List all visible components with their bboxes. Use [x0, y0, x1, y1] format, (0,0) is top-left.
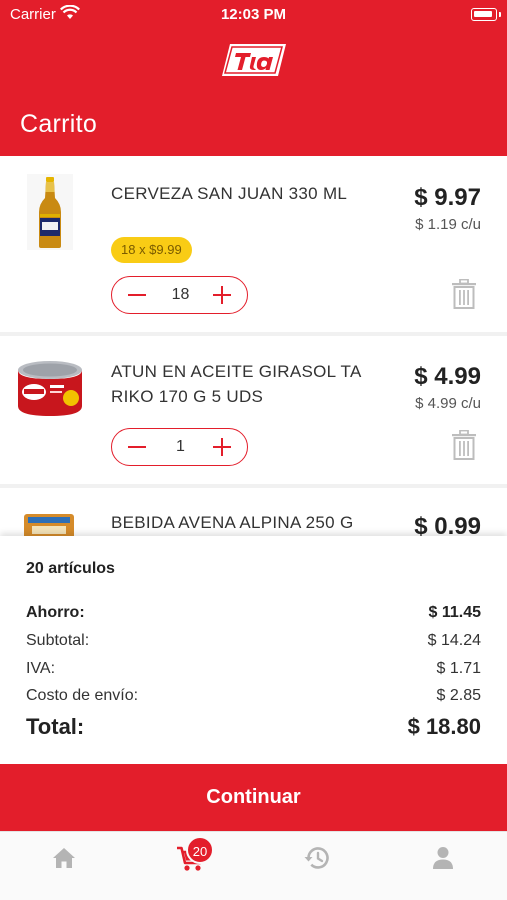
product-price: $ 0.99: [414, 513, 481, 536]
trash-icon[interactable]: [451, 430, 477, 460]
subtotal-label: Subtotal:: [26, 632, 90, 649]
product-price: $ 4.99: [414, 363, 481, 390]
cart-item: CERVEZA SAN JUAN 330 ML $ 9.97 $ 1.19 c/…: [0, 156, 507, 332]
cart-count-badge: 20: [186, 836, 214, 864]
tab-profile[interactable]: [423, 846, 463, 886]
tia-logo: [222, 44, 286, 76]
promo-badge: 18 x $9.99: [111, 237, 192, 263]
product-name: BEBIDA AVENA ALPINA 250 G: [111, 513, 354, 532]
product-name: ATUN EN ACEITE GIRASOL TA RIKO 170 G 5 U…: [111, 362, 361, 406]
shipping-label: Costo de envío:: [26, 687, 139, 704]
increase-quantity-button[interactable]: [203, 429, 241, 464]
iva-label: IVA:: [26, 660, 56, 677]
tab-bar: 20: [0, 831, 507, 900]
product-image: [27, 174, 73, 250]
total-label: Total:: [26, 714, 85, 739]
decrease-quantity-button[interactable]: [118, 277, 156, 312]
order-summary: 20 artículos Ahorro: $ 11.45 Subtotal: $…: [0, 536, 507, 764]
product-image: [18, 361, 82, 416]
page-title: Carrito: [20, 110, 98, 138]
product-image: [24, 514, 74, 536]
status-bar: Carrier 12:03 PM: [0, 0, 507, 30]
item-count: 20 artículos: [26, 560, 115, 577]
savings-label: Ahorro:: [26, 604, 85, 621]
tab-cart[interactable]: 20: [170, 836, 214, 886]
tab-history[interactable]: [297, 846, 337, 886]
cart-item: ATUN EN ACEITE GIRASOL TA RIKO 170 G 5 U…: [0, 336, 507, 484]
cart-list[interactable]: CERVEZA SAN JUAN 330 ML $ 9.97 $ 1.19 c/…: [0, 156, 507, 536]
cart-item: BEBIDA AVENA ALPINA 250 G $ 0.99: [0, 488, 507, 536]
tab-home[interactable]: [44, 846, 84, 886]
clock: 12:03 PM: [220, 6, 287, 23]
product-name: CERVEZA SAN JUAN 330 ML: [111, 184, 348, 203]
battery-icon: [471, 8, 501, 21]
app-header: Carrier 12:03 PM Carrito: [0, 0, 507, 156]
product-price: $ 9.97: [414, 184, 481, 211]
total-value: $ 18.80: [407, 714, 481, 739]
subtotal-value: $ 14.24: [427, 632, 481, 649]
savings-value: $ 11.45: [428, 604, 482, 621]
quantity-stepper: 1: [111, 428, 248, 466]
user-icon: [433, 847, 453, 869]
product-unit-price: $ 4.99 c/u: [415, 395, 481, 412]
continue-button[interactable]: Continuar: [0, 764, 507, 831]
quantity-stepper: 18: [111, 276, 248, 314]
increase-quantity-button[interactable]: [203, 277, 241, 312]
decrease-quantity-button[interactable]: [118, 429, 156, 464]
quantity-value: 1: [176, 438, 185, 455]
home-icon: [53, 848, 75, 868]
product-unit-price: $ 1.19 c/u: [415, 216, 481, 233]
iva-value: $ 1.71: [436, 660, 481, 677]
trash-icon[interactable]: [451, 279, 477, 309]
quantity-value: 18: [171, 286, 190, 303]
history-icon: [304, 847, 329, 869]
shipping-value: $ 2.85: [436, 687, 481, 704]
